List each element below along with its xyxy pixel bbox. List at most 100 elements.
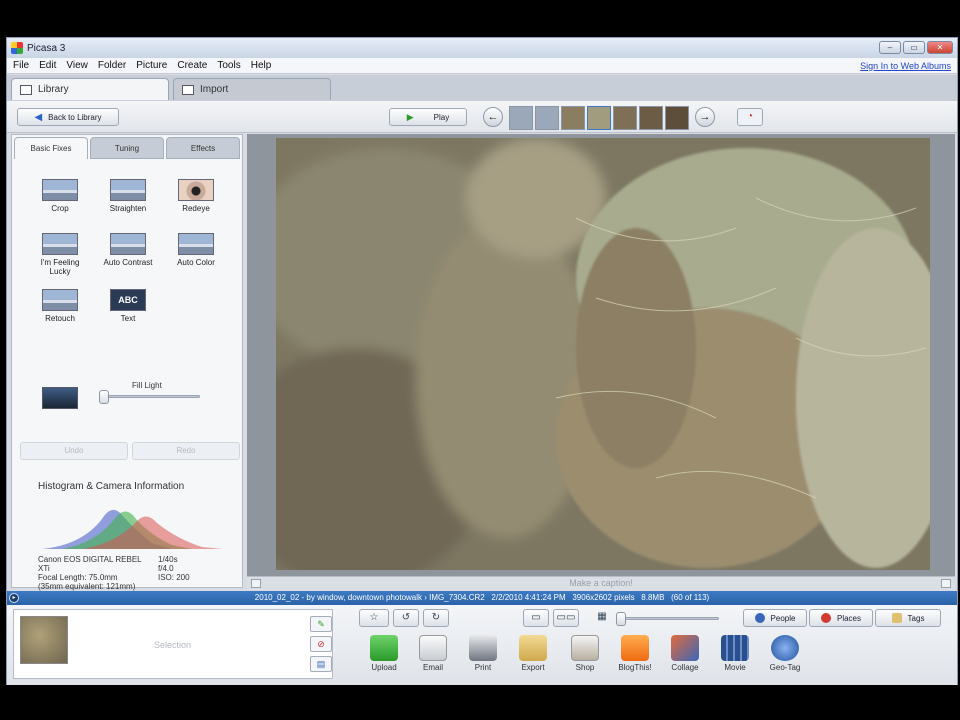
photo-image[interactable] — [276, 138, 930, 570]
compare-view-icon[interactable]: ▭▭ — [553, 609, 579, 627]
people-button[interactable]: People — [743, 609, 807, 627]
menu-create[interactable]: Create — [177, 60, 207, 71]
text-icon: ABC — [110, 289, 146, 311]
caption-expand-icon[interactable] — [941, 579, 951, 588]
export-button[interactable]: Export — [511, 635, 555, 672]
places-button[interactable]: Places — [809, 609, 873, 627]
menu-file[interactable]: File — [13, 60, 29, 71]
star-icon[interactable]: ☆ — [359, 609, 389, 627]
hold-pin-icon[interactable]: ✎ — [310, 616, 332, 632]
tab-basic-fixes[interactable]: Basic Fixes — [14, 137, 88, 159]
redo-button[interactable]: Redo — [132, 442, 240, 460]
text-button[interactable]: ABC Text — [98, 289, 158, 323]
menu-picture[interactable]: Picture — [136, 60, 167, 71]
import-icon — [182, 84, 194, 95]
filmstrip-thumb-selected[interactable] — [587, 106, 611, 130]
filmstrip-thumb[interactable] — [613, 106, 637, 130]
iso: ISO: 200 — [158, 573, 190, 582]
people-label: People — [770, 613, 796, 623]
focal-length: Focal Length: 75.0mm — [38, 573, 118, 582]
blogger-icon — [621, 635, 649, 661]
menu-help[interactable]: Help — [251, 60, 272, 71]
contrast-label: Auto Contrast — [103, 258, 153, 267]
redeye-label: Redeye — [182, 204, 210, 213]
minimize-button[interactable]: ‒ — [879, 41, 901, 54]
blogthis-button[interactable]: BlogThis! — [613, 635, 657, 672]
crop-button[interactable]: Crop — [30, 179, 90, 213]
undo-button[interactable]: Undo — [20, 442, 128, 460]
tray-thumbnail[interactable] — [20, 616, 68, 664]
movie-button[interactable]: Movie — [713, 635, 757, 672]
edit-panel: Basic Fixes Tuning Effects Crop Straight… — [11, 134, 243, 591]
feeling-lucky-button[interactable]: I'm Feeling Lucky — [30, 233, 90, 276]
clear-tray-icon[interactable]: ⊘ — [310, 636, 332, 652]
retouch-button[interactable]: Retouch — [30, 289, 90, 323]
places-label: Places — [836, 613, 861, 623]
tab-import[interactable]: Import — [173, 78, 331, 100]
redeye-button[interactable]: Redeye — [166, 179, 226, 213]
rotate-left-icon[interactable]: ↺ — [393, 609, 419, 627]
histogram-chart — [42, 509, 222, 549]
rotate-right-icon[interactable]: ↻ — [423, 609, 449, 627]
menu-view[interactable]: View — [66, 60, 88, 71]
filmstrip-thumb[interactable] — [509, 106, 533, 130]
picasa-window: Picasa 3 ‒ ▭ ✕ File Edit View Folder Pic… — [6, 37, 958, 685]
upload-label: Upload — [371, 663, 397, 672]
filmstrip-thumb[interactable] — [561, 106, 585, 130]
tags-icon — [891, 613, 902, 623]
shop-icon — [571, 635, 599, 661]
filmstrip-thumb[interactable] — [639, 106, 663, 130]
tags-label: Tags — [907, 613, 925, 623]
fill-light-slider[interactable] — [99, 390, 200, 404]
camera-info: Canon EOS DIGITAL REBEL XTi Focal Length… — [38, 555, 190, 591]
maximize-button[interactable]: ▭ — [903, 41, 925, 54]
email-button[interactable]: Email — [411, 635, 455, 672]
shop-button[interactable]: Shop — [563, 635, 607, 672]
movie-label: Movie — [724, 663, 746, 672]
previous-arrow-icon[interactable]: ← — [483, 107, 503, 127]
menu-folder[interactable]: Folder — [98, 60, 126, 71]
print-button[interactable]: Print — [461, 635, 505, 672]
auto-color-button[interactable]: Auto Color — [166, 233, 226, 267]
geotag-button[interactable]: Geo-Tag — [763, 635, 807, 672]
menu-edit[interactable]: Edit — [39, 60, 56, 71]
close-button[interactable]: ✕ — [927, 41, 953, 54]
fill-light-knob[interactable] — [99, 390, 109, 404]
contrast-icon — [110, 233, 146, 255]
zoom-slider[interactable] — [616, 612, 719, 626]
library-icon — [20, 84, 32, 95]
geo-view-icon[interactable]: ◔ — [737, 108, 763, 126]
upload-button[interactable]: Upload — [362, 635, 406, 672]
collage-button[interactable]: Collage — [663, 635, 707, 672]
single-view-icon[interactable]: ▭ — [523, 609, 549, 627]
filmstrip-thumb[interactable] — [665, 106, 689, 130]
caption-input[interactable]: Make a caption! — [247, 578, 955, 588]
back-to-library-button[interactable]: ◀ Back to Library — [17, 108, 119, 126]
play-label: Play — [433, 112, 450, 122]
auto-contrast-button[interactable]: Auto Contrast — [98, 233, 158, 267]
crop-label: Crop — [51, 204, 69, 213]
caption-bar: Make a caption! — [247, 576, 955, 590]
shop-label: Shop — [575, 663, 595, 672]
histogram-title: Histogram & Camera Information — [38, 481, 185, 492]
zoom-knob[interactable] — [616, 612, 626, 626]
menu-tools[interactable]: Tools — [217, 60, 240, 71]
next-arrow-icon[interactable]: → — [695, 107, 715, 127]
tags-button[interactable]: Tags — [875, 609, 941, 627]
email-label: Email — [422, 663, 443, 672]
tray-selection-label: Selection — [154, 640, 192, 650]
fill-light-label: Fill Light — [132, 381, 162, 390]
redeye-icon — [178, 179, 214, 201]
add-to-album-icon[interactable]: ▤ — [310, 656, 332, 672]
straighten-label: Straighten — [109, 204, 147, 213]
tab-effects[interactable]: Effects — [166, 137, 240, 159]
filmstrip-thumb[interactable] — [535, 106, 559, 130]
focal-equiv: (35mm equivalent: 121mm) — [38, 582, 136, 591]
straighten-button[interactable]: Straighten — [98, 179, 158, 213]
collage-label: Collage — [671, 663, 699, 672]
tab-library[interactable]: Library — [11, 78, 169, 100]
tab-tuning[interactable]: Tuning — [90, 137, 164, 159]
aperture: f/4.0 — [158, 564, 174, 573]
play-button[interactable]: ▶ Play — [389, 108, 467, 126]
sign-in-link[interactable]: Sign In to Web Albums — [860, 61, 951, 71]
